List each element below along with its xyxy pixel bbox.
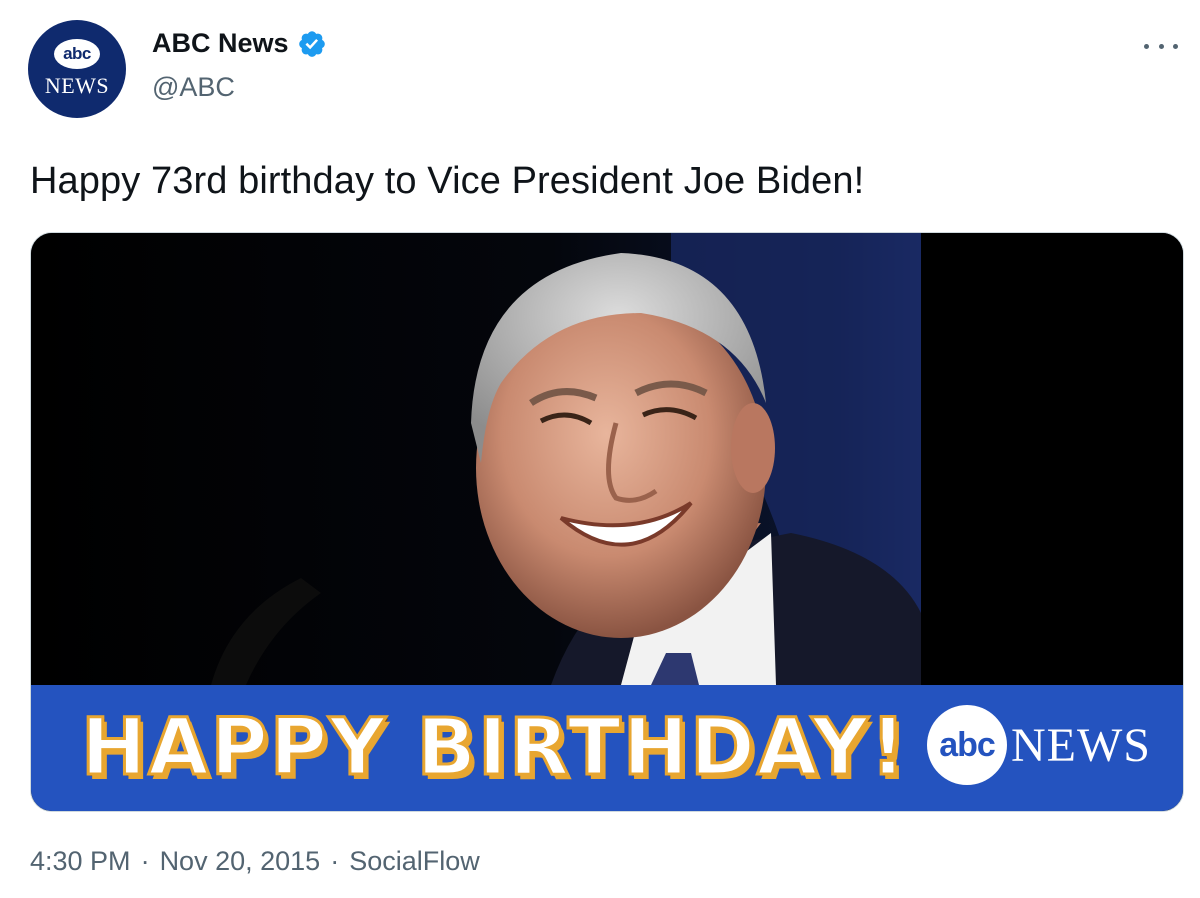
verified-badge-icon xyxy=(298,30,325,57)
meta-separator: · xyxy=(140,846,150,876)
dot-2 xyxy=(1158,43,1164,49)
tweet-meta: 4:30 PM · Nov 20, 2015 · SocialFlow xyxy=(30,846,480,877)
photo-of-smiling-man xyxy=(31,233,1183,685)
dot-1 xyxy=(1144,43,1149,49)
tweet-date[interactable]: Nov 20, 2015 xyxy=(160,846,321,877)
avatar-news-text: NEWS xyxy=(44,73,110,98)
meta-separator: · xyxy=(330,846,340,876)
avatar-abc-logo: abc xyxy=(54,39,100,69)
tweet-source[interactable]: SocialFlow xyxy=(349,846,480,877)
birthday-banner: HAPPY BIRTHDAY! abc NEWS xyxy=(31,685,1183,811)
avatar[interactable]: abc NEWS xyxy=(28,20,126,118)
tweet-card: abc NEWS ABC News @ABC Happy 73rd birthd… xyxy=(0,0,1200,898)
abc-news-logo: abc NEWS xyxy=(927,705,1151,785)
abc-logo-circle: abc xyxy=(927,705,1007,785)
tweet-text: Happy 73rd birthday to Vice President Jo… xyxy=(30,160,865,202)
display-name[interactable]: ABC News xyxy=(152,28,289,59)
happy-birthday-text: HAPPY BIRTHDAY! xyxy=(80,702,908,795)
news-logo-text: NEWS xyxy=(1011,718,1151,772)
tweet-time[interactable]: 4:30 PM xyxy=(30,846,131,877)
media-image[interactable]: HAPPY BIRTHDAY! abc NEWS xyxy=(30,232,1184,812)
author-name-row[interactable]: ABC News xyxy=(152,28,327,59)
more-dots-icon[interactable] xyxy=(1144,36,1178,56)
handle[interactable]: @ABC xyxy=(152,72,235,103)
dot-3 xyxy=(1173,43,1178,49)
